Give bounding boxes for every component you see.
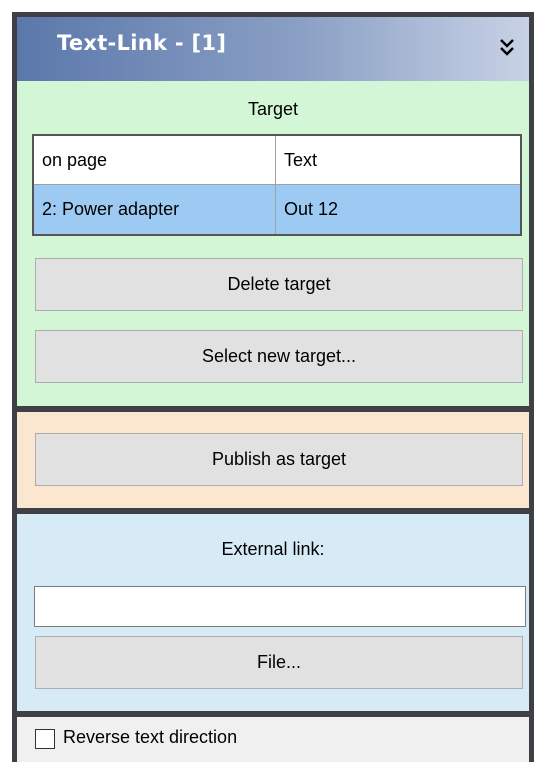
cell-text: Out 12 <box>284 199 339 219</box>
target-section: Target on page Text 2: Power adapter Out… <box>17 81 529 406</box>
external-link-label: External link: <box>221 539 325 559</box>
column-header-on-page: on page <box>34 136 276 185</box>
table-row[interactable]: 2: Power adapter Out 12 <box>34 185 520 234</box>
external-link-section: External link: File... <box>17 514 529 711</box>
target-table: on page Text 2: Power adapter Out 12 <box>32 134 522 236</box>
panel-title: Text-Link - [1] <box>57 31 227 55</box>
target-label: Target <box>247 99 299 119</box>
column-header-text: Text <box>276 136 520 185</box>
publish-section: Publish as target <box>17 412 529 508</box>
options-section: Reverse text direction <box>17 717 529 762</box>
text-link-panel: Text-Link - [1] Target on page Text 2: P… <box>12 12 534 762</box>
panel-titlebar: Text-Link - [1] <box>17 17 529 81</box>
delete-target-button[interactable]: Delete target <box>35 258 523 311</box>
publish-as-target-button[interactable]: Publish as target <box>35 433 523 486</box>
cell-page: 2: Power adapter <box>34 185 276 234</box>
table-header-row: on page Text <box>34 136 520 185</box>
external-link-input[interactable] <box>34 586 526 627</box>
file-button[interactable]: File... <box>35 636 523 689</box>
reverse-text-direction-label[interactable]: Reverse text direction <box>63 727 237 748</box>
double-chevron-down-icon[interactable] <box>499 37 515 59</box>
select-new-target-button[interactable]: Select new target... <box>35 330 523 383</box>
reverse-text-direction-checkbox[interactable] <box>35 729 55 749</box>
